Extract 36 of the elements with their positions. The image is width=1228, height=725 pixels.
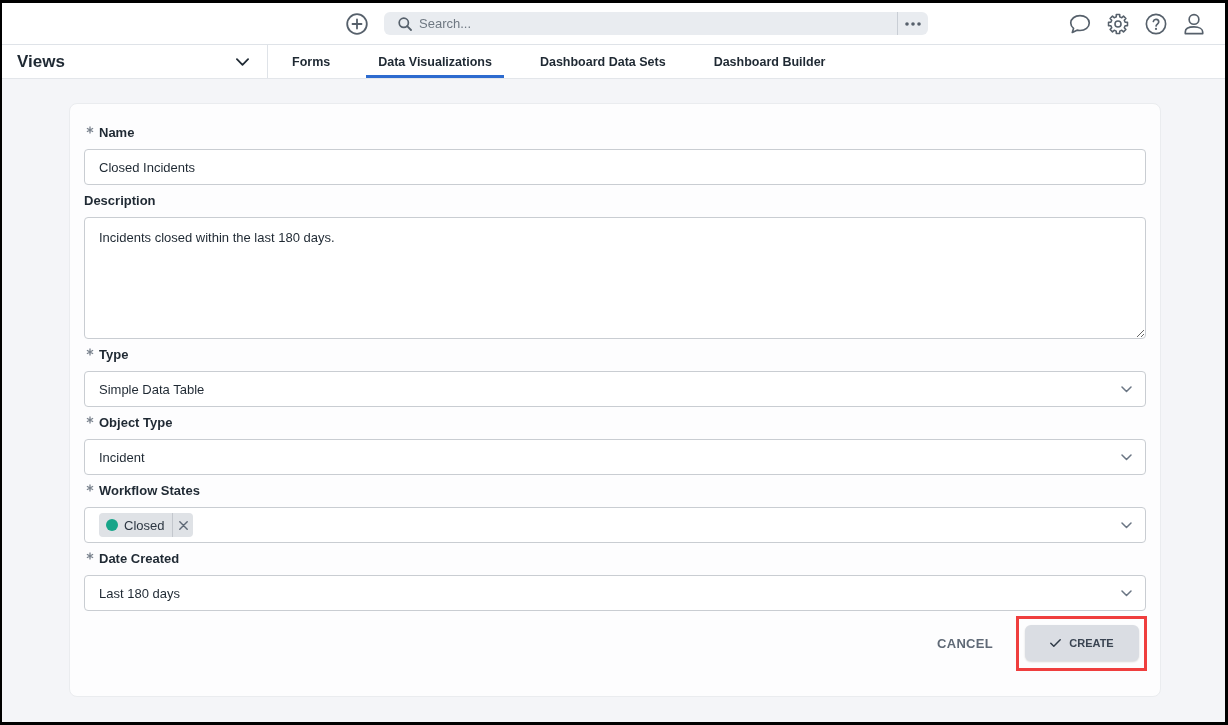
chat-bubble-icon[interactable]	[1069, 12, 1091, 35]
tab[interactable]: Dashboard Builder	[701, 45, 838, 78]
settings-icon[interactable]	[1107, 12, 1129, 35]
checkmark-icon	[1050, 639, 1062, 647]
create-button[interactable]: CREATE	[1025, 625, 1139, 661]
chevron-down-icon	[1121, 589, 1132, 597]
field-label: Workflow States	[99, 482, 200, 500]
chevron-down-icon	[236, 57, 249, 66]
dropdown[interactable]: Incident	[84, 439, 1146, 475]
text-input[interactable]: Closed Incidents	[84, 149, 1146, 185]
dropdown[interactable]: Simple Data Table	[84, 371, 1146, 407]
user-icon[interactable]	[1183, 12, 1205, 35]
cancel-button[interactable]: CANCEL	[925, 625, 1005, 661]
field-label: Date Created	[99, 550, 180, 568]
field-label: Object Type	[99, 414, 173, 432]
description-textarea[interactable]: Incidents closed within the last 180 days.	[84, 217, 1146, 339]
field-label: Type	[99, 346, 129, 364]
search-input[interactable]: Search...	[419, 16, 897, 31]
tag-label: Closed	[124, 517, 165, 533]
more-icon[interactable]	[905, 21, 921, 26]
chevron-down-icon	[1121, 385, 1132, 393]
multi-select-dropdown[interactable]: Closed	[84, 507, 1146, 543]
search-field[interactable]: Search...	[384, 12, 928, 35]
chevron-down-icon	[1121, 453, 1132, 461]
field-label: Name	[99, 124, 135, 142]
chevron-down-icon	[1121, 521, 1132, 529]
close-icon	[178, 520, 188, 530]
views-dropdown[interactable]: Views	[2, 45, 268, 78]
help-icon[interactable]	[1145, 12, 1167, 35]
dropdown[interactable]: Last 180 days	[84, 575, 1146, 611]
tab[interactable]: Data Visualizations	[366, 45, 504, 78]
search-icon	[398, 16, 412, 31]
tab[interactable]: Forms	[280, 45, 343, 78]
field-label: Description	[84, 192, 156, 210]
add-icon[interactable]	[346, 12, 368, 35]
tab[interactable]: Dashboard Data Sets	[527, 45, 678, 78]
